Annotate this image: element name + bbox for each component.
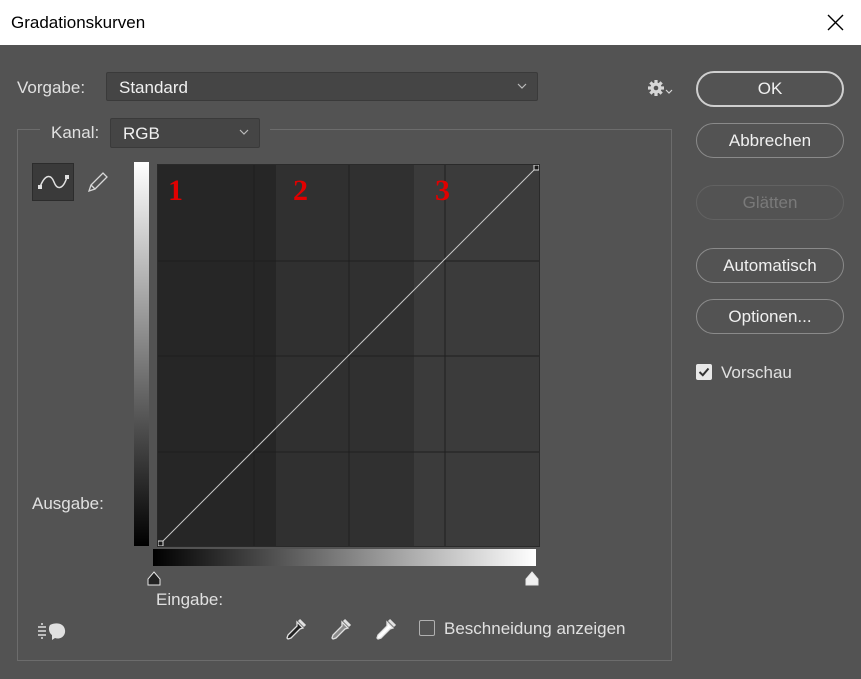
ok-button[interactable]: OK	[696, 71, 844, 107]
preview-checkbox[interactable]	[696, 364, 712, 380]
gray-eyedropper-icon	[331, 618, 352, 640]
options-button[interactable]: Optionen...	[696, 299, 844, 334]
curve-graph[interactable]: 1 2 3	[157, 164, 540, 547]
black-eyedropper-icon	[286, 618, 307, 640]
preview-label: Vorschau	[721, 363, 792, 382]
triangle-up-icon	[525, 571, 539, 586]
gray-eyedropper-button[interactable]	[327, 617, 353, 643]
clipping-checkbox[interactable]	[419, 620, 435, 636]
smooth-button[interactable]: Glätten	[696, 185, 844, 220]
pencil-icon	[87, 172, 108, 193]
auto-button[interactable]: Automatisch	[696, 248, 844, 283]
black-input-slider[interactable]	[146, 571, 162, 587]
output-gradient	[134, 162, 149, 546]
curve-edit-icon	[38, 175, 69, 189]
pencil-tool-button[interactable]	[84, 168, 112, 196]
curve-tool-button[interactable]	[32, 163, 74, 201]
chevron-down-icon	[517, 83, 527, 89]
targeted-adjustment-icon	[38, 623, 66, 640]
white-eyedropper-icon	[376, 618, 397, 640]
gear-icon	[648, 80, 673, 96]
clipping-label: Beschneidung anzeigen	[444, 619, 626, 638]
checkmark-icon	[698, 367, 710, 377]
output-label: Ausgabe:	[32, 494, 104, 513]
zone-number-2: 2	[293, 174, 308, 207]
white-input-slider[interactable]	[524, 571, 540, 587]
channel-select[interactable]: RGB	[110, 118, 260, 148]
title-bar: Gradationskurven	[0, 0, 861, 45]
preset-value: Standard	[119, 78, 188, 97]
window-title: Gradationskurven	[11, 13, 146, 32]
curve-svg: 1 2 3	[158, 165, 539, 546]
input-gradient	[153, 549, 536, 566]
preset-settings-button[interactable]	[645, 78, 675, 98]
input-label: Eingabe:	[156, 590, 224, 609]
channel-label: Kanal:	[51, 123, 100, 142]
close-button[interactable]	[809, 0, 861, 45]
chevron-down-icon	[239, 129, 249, 135]
black-eyedropper-button[interactable]	[282, 617, 308, 643]
zone-number-1: 1	[168, 174, 183, 207]
triangle-up-icon	[147, 571, 161, 586]
curve-point-white[interactable]	[533, 165, 539, 171]
curve-point-black[interactable]	[158, 540, 164, 546]
preset-select[interactable]: Standard	[106, 72, 538, 101]
white-eyedropper-button[interactable]	[372, 617, 398, 643]
close-icon	[827, 14, 844, 31]
zone-number-3: 3	[435, 174, 450, 207]
cancel-button[interactable]: Abbrechen	[696, 123, 844, 158]
preset-label: Vorgabe:	[17, 78, 86, 97]
targeted-adjustment-button[interactable]	[36, 619, 68, 643]
channel-value: RGB	[123, 124, 160, 143]
